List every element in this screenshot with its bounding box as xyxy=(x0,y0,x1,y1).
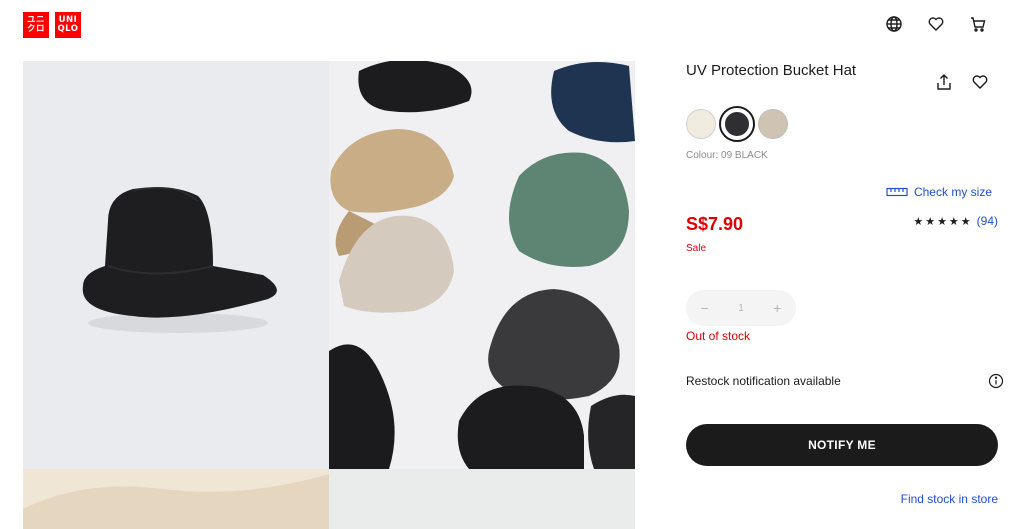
swatch-black[interactable] xyxy=(719,106,755,142)
review-count-link[interactable]: (94) xyxy=(977,214,998,228)
colour-label: Colour: 09 BLACK xyxy=(686,150,768,161)
header-icons xyxy=(884,14,988,34)
gallery-image-grey-detail[interactable] xyxy=(329,469,635,529)
uniqlo-logo[interactable]: ユニ クロ UNI QLO xyxy=(23,12,81,38)
gallery-image-beige-detail[interactable] xyxy=(23,469,329,529)
find-stock-link[interactable]: Find stock in store xyxy=(901,492,998,506)
notify-me-button[interactable]: NOTIFY ME xyxy=(686,424,998,466)
cart-icon[interactable] xyxy=(968,14,988,34)
product-title: UV Protection Bucket Hat xyxy=(686,62,857,79)
black-bucket-hat-image xyxy=(82,187,277,333)
swatch-off-white[interactable] xyxy=(686,109,716,139)
logo-text: QLO xyxy=(57,24,79,34)
quantity-stepper: − 1 + xyxy=(686,290,796,326)
star-rating-icons: ★★★★★ xyxy=(913,214,973,228)
ruler-icon xyxy=(886,187,908,197)
stock-status: Out of stock xyxy=(686,329,751,343)
colour-swatches xyxy=(686,106,788,142)
price: S$7.90 xyxy=(686,214,744,234)
check-size-link[interactable]: Check my size xyxy=(886,185,992,199)
gallery-image-black-hat[interactable] xyxy=(23,61,329,469)
logo-text: クロ xyxy=(26,24,45,34)
product-gallery xyxy=(23,61,635,529)
gallery-image-hats-flatlay[interactable] xyxy=(329,61,635,469)
increment-button[interactable]: + xyxy=(773,300,781,316)
restock-notice: Restock notification available xyxy=(686,374,841,388)
beige-detail-image xyxy=(23,474,329,529)
globe-icon[interactable] xyxy=(884,14,904,34)
rating: ★★★★★ (94) xyxy=(913,214,998,228)
check-size-label: Check my size xyxy=(913,185,992,199)
favorite-heart-icon[interactable] xyxy=(970,72,990,92)
logo-block-latin: UNI QLO xyxy=(55,12,81,38)
decrement-button[interactable]: − xyxy=(701,300,709,316)
quantity-value: 1 xyxy=(738,302,744,314)
logo-block-katakana: ユニ クロ xyxy=(23,12,49,38)
hats-flatlay-image xyxy=(329,61,635,469)
swatch-beige[interactable] xyxy=(758,109,788,139)
info-icon[interactable] xyxy=(988,373,1004,389)
share-icon[interactable] xyxy=(934,72,954,92)
heart-icon[interactable] xyxy=(926,14,946,34)
sale-label: Sale xyxy=(686,243,707,254)
